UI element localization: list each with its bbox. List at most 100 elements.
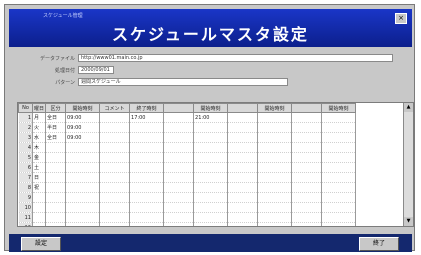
table-row[interactable]: 4木 xyxy=(18,142,357,153)
table-cell[interactable] xyxy=(129,212,165,223)
table-cell[interactable] xyxy=(227,172,259,183)
table-cell[interactable] xyxy=(193,202,229,213)
table-cell[interactable] xyxy=(99,182,131,193)
table-cell[interactable]: 21:00 xyxy=(193,112,229,123)
table-cell[interactable] xyxy=(99,142,131,153)
table-cell[interactable]: 月 xyxy=(32,112,47,123)
column-header[interactable] xyxy=(291,103,323,113)
table-cell[interactable] xyxy=(193,132,229,143)
table-cell[interactable]: 全日 xyxy=(45,112,67,123)
table-cell[interactable] xyxy=(163,212,195,223)
table-cell[interactable] xyxy=(193,192,229,203)
table-cell[interactable]: 09:00 xyxy=(65,122,101,133)
table-row[interactable]: 3 水全日 09:00 xyxy=(18,132,357,143)
table-cell[interactable] xyxy=(291,112,323,123)
table-cell[interactable] xyxy=(257,152,293,163)
table-cell[interactable] xyxy=(129,172,165,183)
table-row[interactable]: 6土 xyxy=(18,162,357,173)
table-cell[interactable] xyxy=(129,222,165,226)
table-row[interactable]: 2 火半日 09:00 xyxy=(18,122,357,133)
table-cell[interactable]: 金 xyxy=(32,152,47,163)
table-cell[interactable] xyxy=(65,142,101,153)
table-cell[interactable] xyxy=(257,192,293,203)
table-cell[interactable]: 水 xyxy=(32,132,47,143)
table-cell[interactable] xyxy=(321,142,357,153)
table-cell[interactable] xyxy=(163,202,195,213)
table-cell[interactable] xyxy=(45,142,67,153)
table-cell[interactable] xyxy=(291,222,323,226)
table-cell[interactable] xyxy=(227,132,259,143)
table-cell[interactable] xyxy=(65,212,101,223)
date-field[interactable]: 2000/09/01 xyxy=(78,66,114,74)
table-row[interactable]: 9 xyxy=(18,192,357,203)
column-header[interactable]: No xyxy=(18,103,33,113)
table-row[interactable]: 1 月全日 09:00 17:00 21:00 xyxy=(18,112,357,123)
table-cell[interactable] xyxy=(193,162,229,173)
table-cell[interactable] xyxy=(45,172,67,183)
table-row[interactable]: 10 xyxy=(18,202,357,213)
table-cell[interactable] xyxy=(163,192,195,203)
table-cell[interactable] xyxy=(193,172,229,183)
schedule-grid[interactable]: No 曜日 区分 開始時刻 コメント 終了時刻 開始時刻 開始時刻 開始時刻 1… xyxy=(17,102,414,227)
table-cell[interactable] xyxy=(291,122,323,133)
table-cell[interactable] xyxy=(291,172,323,183)
table-cell[interactable] xyxy=(257,182,293,193)
datafile-field[interactable]: http://www01.main.co.jp xyxy=(78,54,393,62)
table-cell[interactable] xyxy=(257,122,293,133)
table-cell[interactable] xyxy=(291,192,323,203)
table-cell[interactable] xyxy=(163,132,195,143)
table-cell[interactable]: 土 xyxy=(32,162,47,173)
table-cell[interactable] xyxy=(45,222,67,226)
table-cell[interactable] xyxy=(163,112,195,123)
table-cell[interactable] xyxy=(257,222,293,226)
table-cell[interactable] xyxy=(45,212,67,223)
table-cell[interactable] xyxy=(32,222,47,226)
pattern-field[interactable]: 週間スケジュール xyxy=(78,78,288,86)
table-cell[interactable] xyxy=(163,172,195,183)
table-cell[interactable] xyxy=(99,222,131,226)
table-cell[interactable] xyxy=(129,142,165,153)
table-row[interactable]: 5金 xyxy=(18,152,357,163)
column-header[interactable]: 曜日 xyxy=(31,103,47,113)
exit-button[interactable]: 終了 xyxy=(359,237,399,251)
table-cell[interactable] xyxy=(227,122,259,133)
table-cell[interactable] xyxy=(99,172,131,183)
settings-button[interactable]: 設定 xyxy=(21,237,61,251)
table-cell[interactable] xyxy=(291,182,323,193)
table-cell[interactable] xyxy=(321,172,357,183)
table-row[interactable]: 8祝 xyxy=(18,182,357,193)
table-cell[interactable] xyxy=(321,222,357,226)
table-cell[interactable] xyxy=(99,122,131,133)
table-cell[interactable] xyxy=(32,212,47,223)
table-cell[interactable] xyxy=(257,202,293,213)
table-cell[interactable] xyxy=(129,182,165,193)
table-cell[interactable] xyxy=(99,112,131,123)
table-cell[interactable] xyxy=(321,182,357,193)
table-cell[interactable] xyxy=(163,122,195,133)
table-cell[interactable] xyxy=(129,152,165,163)
table-cell[interactable] xyxy=(45,162,67,173)
table-cell[interactable] xyxy=(65,172,101,183)
table-cell[interactable] xyxy=(227,202,259,213)
table-cell[interactable] xyxy=(65,222,101,226)
table-cell[interactable] xyxy=(65,152,101,163)
table-cell[interactable] xyxy=(227,112,259,123)
table-cell[interactable] xyxy=(99,212,131,223)
table-cell[interactable] xyxy=(257,212,293,223)
table-cell[interactable] xyxy=(227,192,259,203)
table-cell[interactable] xyxy=(321,152,357,163)
table-cell[interactable]: 17:00 xyxy=(129,112,165,123)
table-cell[interactable] xyxy=(163,222,195,226)
table-cell[interactable]: 09:00 xyxy=(65,132,101,143)
table-cell[interactable]: 祝 xyxy=(32,182,47,193)
table-cell[interactable] xyxy=(65,162,101,173)
table-cell[interactable]: 火 xyxy=(32,122,47,133)
table-cell[interactable] xyxy=(257,142,293,153)
table-cell[interactable] xyxy=(321,112,357,123)
table-cell[interactable] xyxy=(32,202,47,213)
table-cell[interactable] xyxy=(193,142,229,153)
table-cell[interactable] xyxy=(227,142,259,153)
table-cell[interactable]: 半日 xyxy=(45,122,67,133)
table-cell[interactable] xyxy=(321,202,357,213)
table-cell[interactable] xyxy=(129,192,165,203)
